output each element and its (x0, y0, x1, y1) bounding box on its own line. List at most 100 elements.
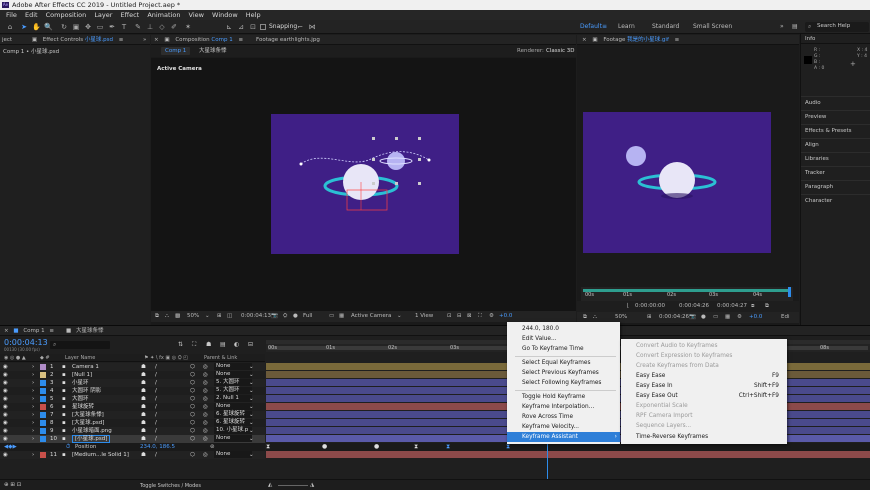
workspace-menu-icon[interactable]: ≡ (602, 23, 607, 30)
3d-switch-icon[interactable]: ⬡ (190, 451, 195, 459)
workspace-standard[interactable]: Standard (652, 23, 679, 30)
pen-tool-icon[interactable]: ✒ (108, 23, 116, 31)
tracker-panel[interactable]: Tracker (801, 166, 870, 179)
parent-dropdown[interactable]: None (214, 403, 252, 410)
menu-file[interactable]: File (6, 11, 17, 19)
timeline-icon[interactable]: ⊟ (457, 311, 462, 322)
3d-switch-icon[interactable]: ⬡ (190, 379, 195, 387)
comp-tab-prefix[interactable]: Composition (175, 37, 209, 43)
timeline-tab2[interactable]: 大星球条悸 (76, 326, 104, 336)
layer-label-color[interactable] (40, 396, 46, 402)
layer-label-color[interactable] (40, 428, 46, 434)
layer-row[interactable]: ◉ › 2 ▪ [Null 1] ☗ / ⬡ ◎ None ⌄ (0, 371, 265, 379)
parent-dropdown-arrow-icon[interactable]: ⌄ (249, 371, 254, 379)
menu-item-select-equal[interactable]: Select Equal Keyframes (507, 358, 620, 368)
parent-dropdown-arrow-icon[interactable]: ⌄ (249, 403, 254, 411)
layer-name[interactable]: 星球旋转 (72, 403, 94, 411)
layer-row[interactable]: ◉ › 10 ▪ [小星球.psd] ☗ / ⬡ ◎ None ⌄ (0, 435, 265, 443)
layer-name-header[interactable]: Layer Name (65, 354, 95, 362)
clone-stamp-tool-icon[interactable]: ⊥ (146, 23, 154, 31)
menu-item-velocity[interactable]: Keyframe Velocity... (507, 422, 620, 432)
quality-switch-icon[interactable]: / (155, 435, 157, 443)
layer-label-color[interactable] (40, 372, 46, 378)
align-panel[interactable]: Align (801, 138, 870, 151)
pan-behind-tool-icon[interactable]: ✥ (84, 23, 92, 31)
visibility-eye-icon[interactable]: ◉ (3, 419, 8, 427)
comp-flowchart-icon[interactable]: ⊠ (467, 311, 472, 322)
workspace-default[interactable]: Default (580, 23, 602, 30)
submenu-convert-expression[interactable]: Convert Expression to Keyframes (621, 351, 787, 361)
visibility-eye-icon[interactable]: ◉ (3, 451, 8, 459)
footage-tab-name[interactable]: 我是的小星球.gif (627, 37, 669, 43)
parent-pickwhip-icon[interactable]: ◎ (203, 411, 208, 419)
menu-item-goto-keyframe[interactable]: Go To Keyframe Time (507, 344, 620, 354)
expand-arrow-icon[interactable]: › (32, 411, 34, 419)
paragraph-panel[interactable]: Paragraph (801, 180, 870, 193)
quality-switch-icon[interactable]: / (155, 379, 157, 387)
3d-switch-icon[interactable]: ⬡ (190, 395, 195, 403)
view-dropdown[interactable]: Active Camera (351, 311, 391, 322)
shy-switch-icon[interactable]: ☗ (141, 419, 146, 427)
menu-edit[interactable]: Edit (25, 11, 38, 19)
layer-name[interactable]: 大圆环 阴影 (72, 387, 101, 395)
panel-expand-icon[interactable]: » (143, 35, 146, 45)
visibility-eye-icon[interactable]: ◉ (3, 363, 8, 371)
expand-arrow-icon[interactable]: › (32, 427, 34, 435)
shy-switch-icon[interactable]: ☗ (141, 371, 146, 379)
parent-link-header[interactable]: Parent & Link (204, 354, 237, 362)
search-help-field[interactable]: ⌕ Search Help (805, 22, 869, 32)
submenu-convert-audio[interactable]: Convert Audio to Keyframes (621, 341, 787, 351)
overlay-edit-icon[interactable]: ⧈ (751, 301, 755, 312)
quality-switch-icon[interactable]: / (155, 387, 157, 395)
menu-item-keyframe-assistant[interactable]: Keyframe Assistant › (507, 432, 620, 442)
character-panel[interactable]: Character (801, 194, 870, 207)
comp-mini-flowchart-icon[interactable]: ⇅ (178, 341, 183, 348)
menu-window[interactable]: Window (212, 11, 238, 19)
project-tab[interactable]: ject (2, 37, 12, 43)
submenu-easy-ease-in[interactable]: Easy Ease In Shift+F9 (621, 381, 787, 391)
footage-menu-icon[interactable]: ≡ (675, 37, 680, 43)
more-workspaces-icon[interactable]: » (780, 23, 784, 30)
subtab-planet-bar[interactable]: 大星球条悸 (199, 45, 227, 57)
lock-icon[interactable]: ▣ (32, 37, 37, 43)
expand-arrow-icon[interactable]: › (32, 371, 34, 379)
keyframe-nav-icon[interactable]: ◀◆▶ (4, 443, 17, 451)
parent-dropdown-arrow-icon[interactable]: ⌄ (249, 435, 254, 443)
parent-pickwhip-icon[interactable]: ◎ (203, 451, 208, 459)
3d-switch-icon[interactable]: ⬡ (190, 427, 195, 435)
timeline-search[interactable]: ⌕ (50, 341, 110, 349)
close-icon[interactable]: × (154, 37, 159, 43)
submenu-easy-ease-out[interactable]: Easy Ease Out Ctrl+Shift+F9 (621, 391, 787, 401)
parent-dropdown-arrow-icon[interactable]: ⌄ (249, 427, 254, 435)
menu-item-rove[interactable]: Rove Across Time (507, 412, 620, 422)
menu-item-select-previous[interactable]: Select Previous Keyframes (507, 368, 620, 378)
quality-switch-icon[interactable]: / (155, 403, 157, 411)
resolution-dropdown[interactable]: Full (303, 311, 312, 322)
expand-arrow-icon[interactable]: › (32, 403, 34, 411)
quality-switch-icon[interactable]: / (155, 363, 157, 371)
comp-tab-name[interactable]: Comp 1 (211, 37, 232, 43)
parent-pickwhip-icon[interactable]: ◎ (203, 435, 208, 443)
toggle-transparency-icon[interactable]: ▦ (339, 311, 344, 322)
footage-channel-icon[interactable]: ● (701, 312, 706, 323)
snap-edge-icon[interactable]: ⌐ (296, 23, 304, 31)
keyframe-2[interactable]: ● (374, 443, 379, 450)
submenu-sequence-layers[interactable]: Sequence Layers... (621, 421, 787, 431)
quality-switch-icon[interactable]: / (155, 451, 157, 459)
parent-pickwhip-icon[interactable]: ◎ (203, 403, 208, 411)
color-channel-icon[interactable]: ● (293, 311, 298, 322)
view-axis-icon[interactable]: ⊡ (249, 23, 257, 31)
zoom-dropdown-arrow-icon[interactable]: ⌄ (205, 311, 210, 322)
layer-label-color[interactable] (40, 412, 46, 418)
comp-lock-icon[interactable]: ▣ (164, 37, 169, 43)
snapshot-icon[interactable]: 📷 (271, 311, 278, 322)
brush-tool-icon[interactable]: ✎ (134, 23, 142, 31)
submenu-rpf-camera[interactable]: RPF Camera Import (621, 411, 787, 421)
home-icon[interactable]: ⌂ (6, 23, 14, 31)
layer-row[interactable]: ◉ › 5 ▪ 大圆环 ☗ / ⬡ ◎ 2. Null 1 ⌄ (0, 395, 265, 403)
footage-time-ruler[interactable]: 00s 01s 02s 03s 04s (581, 287, 793, 301)
submenu-create-from-data[interactable]: Create Keyframes from Data (621, 361, 787, 371)
menu-item-toggle-hold[interactable]: Toggle Hold Keyframe (507, 392, 620, 402)
expand-arrow-icon[interactable]: › (32, 435, 34, 443)
motion-blur-icon[interactable]: ◐ (234, 341, 239, 348)
